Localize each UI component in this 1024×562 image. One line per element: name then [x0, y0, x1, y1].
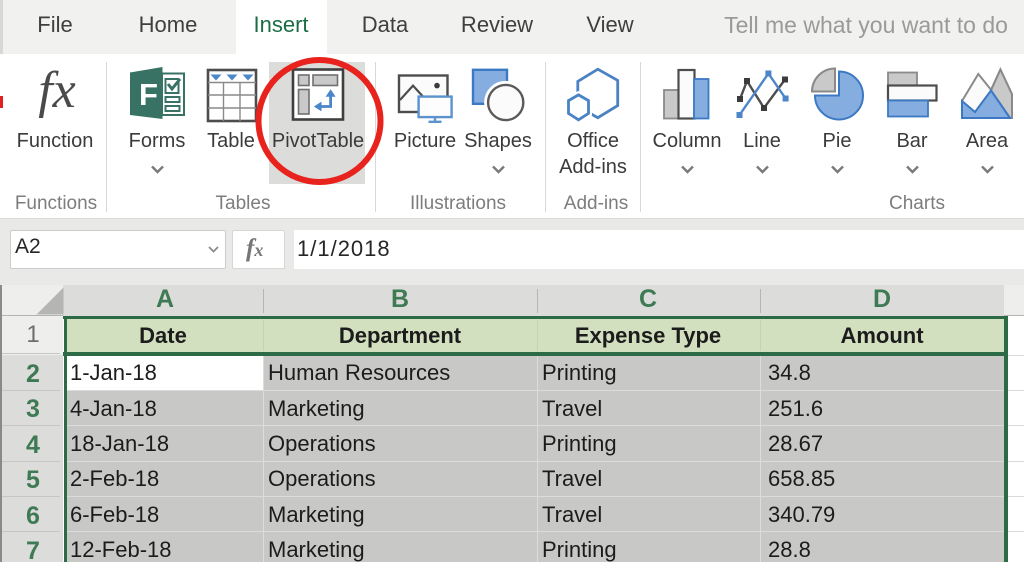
svg-text:F: F — [139, 77, 158, 112]
svg-text:fx: fx — [38, 62, 76, 119]
